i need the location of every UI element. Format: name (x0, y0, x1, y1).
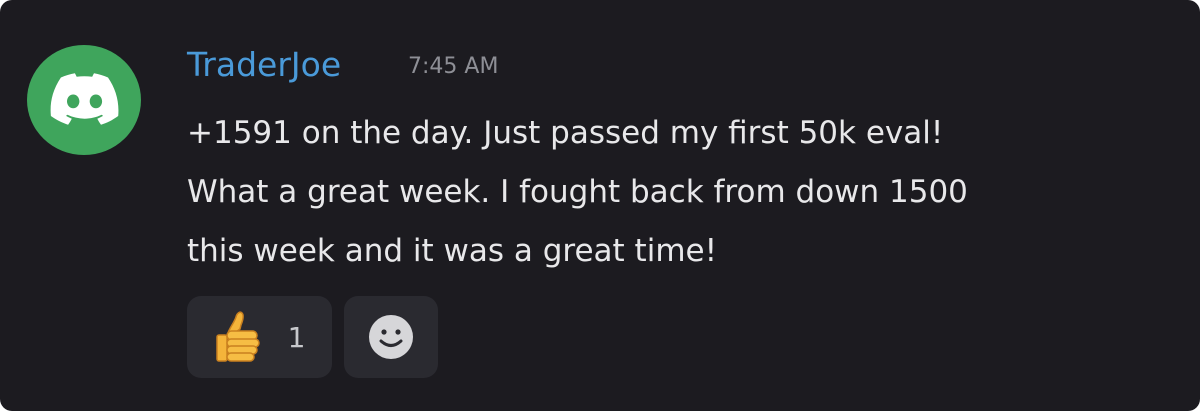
discord-logo-icon (50, 73, 119, 125)
timestamp: 7:45 AM (408, 54, 499, 79)
message-line: +1591 on the day. Just passed my first 5… (187, 115, 944, 151)
message-body: +1591 on the day. Just passed my first 5… (187, 104, 1167, 281)
thumbs-up-icon (215, 311, 260, 362)
message-line: this week and it was a great time! (187, 233, 718, 269)
username[interactable]: TraderJoe (187, 43, 341, 87)
reaction-thumbs-up[interactable]: 1 (187, 296, 332, 378)
reaction-count: 1 (287, 320, 306, 354)
add-reaction-button[interactable] (344, 296, 438, 378)
message-card: TraderJoe 7:45 AM +1591 on the day. Just… (0, 0, 1200, 411)
avatar[interactable] (27, 45, 141, 155)
message-line: What a great week. I fought back from do… (187, 174, 968, 210)
add-reaction-smiley-icon (369, 315, 413, 359)
